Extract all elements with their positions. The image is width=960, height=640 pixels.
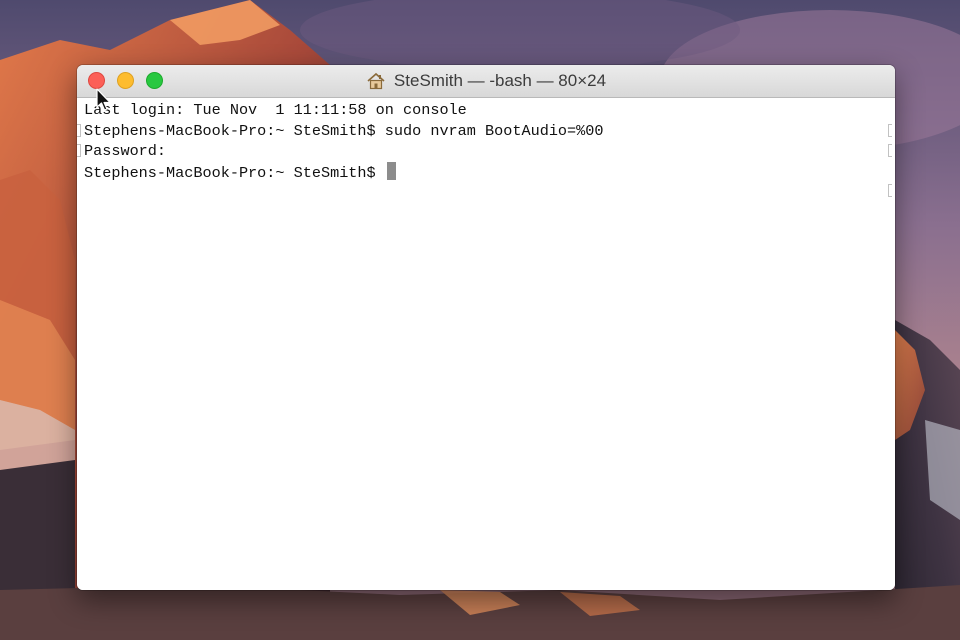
window-title-group: SteSmith — -bash — 80×24 [77,65,895,97]
mouse-pointer-icon [96,88,111,111]
terminal-output[interactable]: Last login: Tue Nov 1 11:11:58 on consol… [77,98,895,590]
terminal-window[interactable]: SteSmith — -bash — 80×24 Last login: Tue… [77,65,895,590]
line-marker [77,144,81,157]
terminal-line: Password: [84,142,167,160]
line-marker [888,184,892,197]
line-marker [77,124,81,137]
window-titlebar[interactable]: SteSmith — -bash — 80×24 [77,65,895,98]
terminal-line: Stephens-MacBook-Pro:~ SteSmith$ sudo nv… [84,122,604,140]
terminal-line: Last login: Tue Nov 1 11:11:58 on consol… [84,101,467,119]
line-marker [888,144,892,157]
line-marker [888,124,892,137]
terminal-prompt: Stephens-MacBook-Pro:~ SteSmith$ [84,164,385,182]
window-title: SteSmith — -bash — 80×24 [393,71,607,90]
text-cursor [386,162,396,180]
home-icon [367,72,385,90]
terminal-prompt-line[interactable]: Stephens-MacBook-Pro:~ SteSmith$ [84,162,396,183]
